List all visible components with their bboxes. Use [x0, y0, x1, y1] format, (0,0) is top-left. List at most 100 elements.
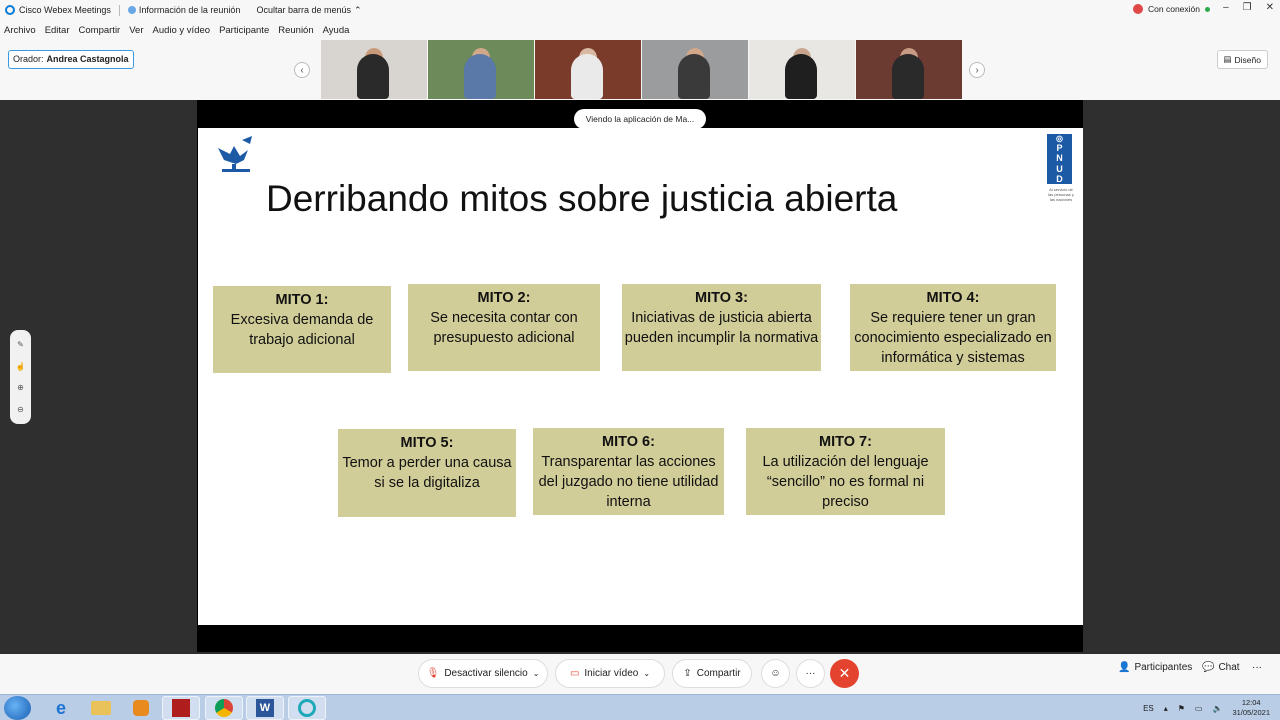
zoom-in-icon[interactable]: ⊕: [17, 383, 24, 392]
menu-bar: Archivo Editar Compartir Ver Audio y víd…: [0, 20, 1280, 40]
connection-status[interactable]: Con conexión: [1133, 4, 1210, 14]
myth-box-3: MITO 3: Iniciativas de justicia abierta …: [622, 284, 821, 371]
menu-item-ver[interactable]: Ver: [129, 25, 143, 36]
myth-text: Se requiere tener un gran conocimiento e…: [854, 310, 1052, 366]
share-icon: ⇪: [683, 668, 692, 679]
more-icon: ···: [805, 668, 816, 679]
panel-more-button[interactable]: ···: [1252, 662, 1262, 673]
slide-title: Derribando mitos sobre justicia abierta: [266, 178, 898, 219]
viewing-banner[interactable]: Viendo la aplicación de Ma...: [574, 109, 706, 129]
layout-button[interactable]: ▤ Diseño: [1216, 50, 1268, 69]
word-icon[interactable]: W: [246, 696, 284, 720]
previous-participants-button[interactable]: ‹: [294, 62, 310, 78]
menu-item-compartir[interactable]: Compartir: [79, 25, 121, 36]
pnud-letter: U: [1056, 163, 1063, 174]
meeting-info-label: Información de la reunión: [138, 5, 241, 15]
myth-title: MITO 5:: [400, 435, 454, 451]
chrome-icon[interactable]: [205, 696, 243, 720]
end-meeting-button[interactable]: ✕: [830, 659, 859, 688]
menu-item-ayuda[interactable]: Ayuda: [323, 25, 350, 36]
menu-item-participante[interactable]: Participante: [219, 25, 269, 36]
hide-menu-bar-label: Ocultar barra de menús: [256, 5, 351, 15]
myth-title: MITO 6:: [602, 434, 655, 450]
participant-video[interactable]: [642, 40, 748, 99]
minimize-icon[interactable]: –: [1223, 2, 1229, 13]
zoom-out-icon[interactable]: ⊖: [17, 405, 24, 414]
participants-button[interactable]: 👤 Participantes: [1118, 662, 1192, 673]
webex-logo-icon: [5, 5, 15, 15]
myth-text: La utilización del lenguaje “sencillo” n…: [762, 454, 929, 510]
flag-icon[interactable]: ⚑: [1178, 704, 1185, 713]
connection-label: Con conexión: [1148, 4, 1200, 14]
microphone-muted-icon: 🎙: [426, 668, 440, 679]
hide-menu-bar-button[interactable]: Ocultar barra de menús ⌃: [256, 5, 361, 16]
file-explorer-icon[interactable]: [82, 696, 120, 720]
close-icon: ✕: [838, 665, 851, 681]
reactions-button[interactable]: ☺: [761, 659, 790, 688]
participant-video[interactable]: [535, 40, 641, 99]
restore-icon[interactable]: ❐: [1243, 2, 1252, 13]
un-emblem-icon: ◎: [1056, 134, 1063, 144]
webex-taskbar-icon[interactable]: [288, 696, 326, 720]
internet-explorer-icon[interactable]: e: [42, 696, 80, 720]
myth-text: Transparentar las acciones del juzgado n…: [538, 454, 719, 510]
menu-item-editar[interactable]: Editar: [45, 25, 70, 36]
annotation-toolbar: ✎ ☝ ⊕ ⊖: [10, 330, 31, 424]
start-button[interactable]: [4, 696, 31, 720]
more-icon: ···: [1252, 662, 1262, 673]
menu-item-archivo[interactable]: Archivo: [4, 25, 36, 36]
pnud-letter: P: [1056, 143, 1063, 154]
chat-button[interactable]: 💬 Chat: [1202, 662, 1240, 673]
network-icon[interactable]: ▭: [1195, 704, 1203, 713]
tray-arrow-icon[interactable]: ▴: [1164, 704, 1168, 713]
pnud-letter: N: [1056, 153, 1063, 164]
participant-video[interactable]: [428, 40, 534, 99]
participant-video[interactable]: [856, 40, 962, 99]
clock[interactable]: 12:04 31/05/2021: [1232, 698, 1270, 718]
chevron-down-icon[interactable]: ⌄: [643, 669, 650, 678]
myth-box-1: MITO 1: Excesiva demanda de trabajo adic…: [213, 286, 391, 373]
status-dot-icon: [1205, 6, 1210, 12]
system-tray: ES ▴ ⚑ ▭ 🔈 12:04 31/05/2021: [1143, 698, 1270, 718]
title-bar: Cisco Webex Meetings Información de la r…: [0, 0, 1280, 20]
chevron-down-icon[interactable]: ⌄: [533, 669, 540, 678]
participant-video[interactable]: [749, 40, 855, 99]
participant-video[interactable]: [321, 40, 427, 99]
clock-time: 12:04: [1241, 698, 1261, 707]
volume-icon[interactable]: 🔈: [1212, 704, 1222, 713]
meeting-info-button[interactable]: Información de la reunión: [127, 5, 241, 15]
next-participants-button[interactable]: ›: [969, 62, 985, 78]
menu-item-audio-video[interactable]: Audio y vídeo: [152, 25, 210, 36]
pointer-icon[interactable]: ☝: [16, 362, 26, 371]
annotate-icon[interactable]: ✎: [17, 340, 24, 349]
myth-box-6: MITO 6: Transparentar las acciones del j…: [533, 428, 724, 515]
chevron-up-icon: ⌃: [353, 4, 362, 15]
myth-box-5: MITO 5: Temor a perder una causa si se l…: [338, 429, 516, 517]
menu-item-reunion[interactable]: Reunión: [278, 25, 313, 36]
mute-button[interactable]: 🎙 Desactivar silencio ⌄: [418, 659, 548, 688]
app-title: Cisco Webex Meetings: [0, 5, 111, 15]
start-video-button[interactable]: ▭ Iniciar vídeo ⌄: [555, 659, 665, 688]
myth-box-7: MITO 7: La utilización del lenguaje “sen…: [746, 428, 945, 515]
myth-text: Excesiva demanda de trabajo adicional: [230, 312, 374, 348]
pnud-subtitle: Al servicio de las personas y las nacion…: [1048, 187, 1074, 202]
person-icon: 👤: [1118, 662, 1131, 673]
speaker-indicator[interactable]: Orador: Andrea Castagnola: [8, 50, 134, 69]
myth-title: MITO 4:: [926, 290, 980, 306]
more-options-button[interactable]: ···: [796, 659, 825, 688]
clock-date: 31/05/2021: [1232, 708, 1270, 717]
start-video-label: Iniciar vídeo: [584, 668, 639, 679]
speaker-name: Andrea Castagnola: [46, 54, 129, 64]
pnud-logo: ◎ P N U D Al servicio de las personas y …: [1047, 134, 1075, 202]
viewing-banner-label: Viendo la aplicación de Ma...: [585, 114, 695, 124]
share-button[interactable]: ⇪ Compartir: [672, 659, 752, 688]
meeting-controls-bar: 🎙 Desactivar silencio ⌄ ▭ Iniciar vídeo …: [0, 654, 1280, 694]
video-off-icon: ▭: [569, 668, 580, 679]
close-icon[interactable]: ✕: [1266, 2, 1274, 13]
chevron-right-icon: ›: [975, 64, 979, 76]
acrobat-icon[interactable]: [162, 696, 200, 720]
language-indicator[interactable]: ES: [1143, 704, 1154, 713]
myth-text: Iniciativas de justicia abierta pueden i…: [624, 310, 819, 346]
media-player-icon[interactable]: [122, 696, 160, 720]
share-label: Compartir: [696, 668, 741, 679]
